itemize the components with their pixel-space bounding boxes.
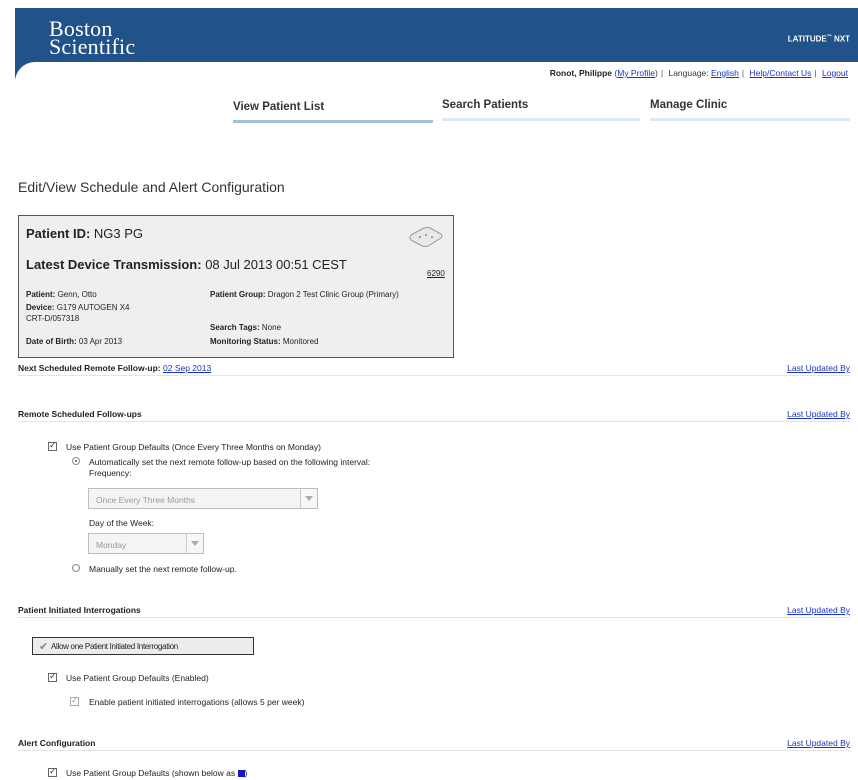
allow-interrogation-button[interactable]: ✔ Allow one Patient Initiated Interrogat… [32,637,254,655]
dob-value: 03 Apr 2013 [78,337,123,346]
next-followup-label: Next Scheduled Remote Follow-up: [18,363,161,373]
boston-scientific-logo: Boston Scientific [49,18,136,59]
next-followup-row: Next Scheduled Remote Follow-up: 02 Sep … [18,363,850,373]
user-links: Ronot, Philippe (My Profile) | Language: … [549,68,848,78]
section-title: Patient Initiated Interrogations [18,605,141,615]
frequency-select[interactable]: Once Every Three Months [88,488,318,509]
transmission-label: Latest Device Transmission: [26,257,202,272]
my-profile-link[interactable]: My Profile [617,68,655,78]
tab-manage-clinic[interactable]: Manage Clinic [650,99,850,121]
enable-pii-label: Enable patient initiated interrogations … [89,697,305,707]
tab-label: View Patient List [233,101,325,113]
communicator-device-icon [409,227,443,247]
last-updated-link[interactable]: Last Updated By [787,409,850,419]
alert-use-defaults-row: Use Patient Group Defaults (shown below … [66,768,247,778]
checkmark-icon: ✔ [39,641,49,653]
help-contact-link[interactable]: Help/Contact Us [750,68,812,78]
frequency-value: Once Every Three Months [96,495,196,505]
chevron-down-icon [300,489,317,508]
patient-id: Patient ID: NG3 PG [26,226,143,241]
frequency-label: Frequency: [89,468,132,478]
group-label: Patient Group: [210,290,266,299]
use-group-defaults-label: Use Patient Group Defaults (Once Every T… [66,442,321,452]
section-patient-initiated: Patient Initiated Interrogations Last Up… [18,605,850,615]
tab-search-patients[interactable]: Search Patients [442,99,640,121]
auto-followup-label: Automatically set the next remote follow… [89,457,371,467]
monitoring-status-row: Monitoring Status: Monitored [210,336,430,347]
language-label: Language: [668,68,709,78]
dob-row: Date of Birth: 03 Apr 2013 [26,336,206,347]
alert-use-defaults-checkbox[interactable] [48,766,57,777]
tab-view-patient-list[interactable]: View Patient List [233,101,433,123]
day-of-week-label: Day of the Week: [89,518,155,528]
latest-transmission: Latest Device Transmission: 08 Jul 2013 … [26,257,347,272]
tags-value: None [261,323,282,332]
divider [18,421,850,422]
patient-name: Genn, Otto [57,290,97,299]
last-updated-link[interactable]: Last Updated By [787,605,850,615]
section-title: Alert Configuration [18,738,96,748]
patient-group-row: Patient Group: Dragon 2 Test Clinic Grou… [210,289,430,300]
tab-label: Manage Clinic [650,99,728,111]
patient-name-row: Patient: Genn, Otto [26,289,206,300]
group-value: Dragon 2 Test Clinic Group (Primary) [267,290,399,299]
manual-followup-label: Manually set the next remote follow-up. [89,564,237,574]
transmission-value: 08 Jul 2013 00:51 CEST [205,257,347,272]
next-followup-date-link[interactable]: 02 Sep 2013 [163,363,211,373]
auto-followup-radio[interactable] [72,457,80,465]
last-updated-link[interactable]: Last Updated By [787,738,850,748]
pii-use-defaults-checkbox[interactable] [48,671,57,682]
chevron-down-icon [186,534,203,553]
divider [18,617,850,618]
alert-use-defaults-label: Use Patient Group Defaults (shown below … [66,768,236,778]
tags-label: Search Tags: [210,323,260,332]
use-group-defaults-checkbox[interactable] [48,440,57,451]
divider [18,750,850,751]
logo-line-2: Scientific [49,34,136,59]
day-of-week-select[interactable]: Monday [88,533,204,554]
product-suffix: NXT [831,34,850,44]
day-of-week-value: Monday [96,540,127,550]
user-name: Ronot, Philippe [549,68,613,78]
section-remote-followups: Remote Scheduled Follow-ups Last Updated… [18,409,850,419]
logout-link[interactable]: Logout [822,68,848,78]
product-name: LATITUDE™ NXT [788,34,850,44]
monitoring-value: Monitored [282,337,319,346]
divider [18,375,850,376]
alert-use-defaults-end: ) [244,768,248,778]
monitoring-label: Monitoring Status: [210,337,281,346]
page-title: Edit/View Schedule and Alert Configurati… [18,179,285,195]
device-model-link[interactable]: 6290 [427,269,445,278]
product-label: LATITUDE [787,34,827,44]
group-default-swatch [237,770,245,777]
section-title: Remote Scheduled Follow-ups [18,409,142,419]
language-link[interactable]: English [711,68,739,78]
patient-id-label: Patient ID: [26,226,91,241]
patient-id-value: NG3 PG [93,226,144,241]
allow-interrogation-label: Allow one Patient Initiated Interrogatio… [51,642,178,651]
device-row: Device: G179 AUTOGEN X4 CRT-D/057318 [26,302,144,324]
manual-followup-radio[interactable] [72,564,80,572]
search-tags-row: Search Tags: None [210,322,430,333]
last-updated-link[interactable]: Last Updated By [787,363,850,373]
patient-summary-box: Patient ID: NG3 PG Latest Device Transmi… [18,215,454,358]
patient-label: Patient: [26,290,56,299]
device-label: Device: [26,303,55,312]
section-alert-configuration: Alert Configuration Last Updated By [18,738,850,748]
tab-label: Search Patients [442,99,529,111]
pii-use-defaults-label: Use Patient Group Defaults (Enabled) [66,673,209,683]
dob-label: Date of Birth: [26,337,77,346]
enable-pii-checkbox[interactable] [70,695,79,706]
